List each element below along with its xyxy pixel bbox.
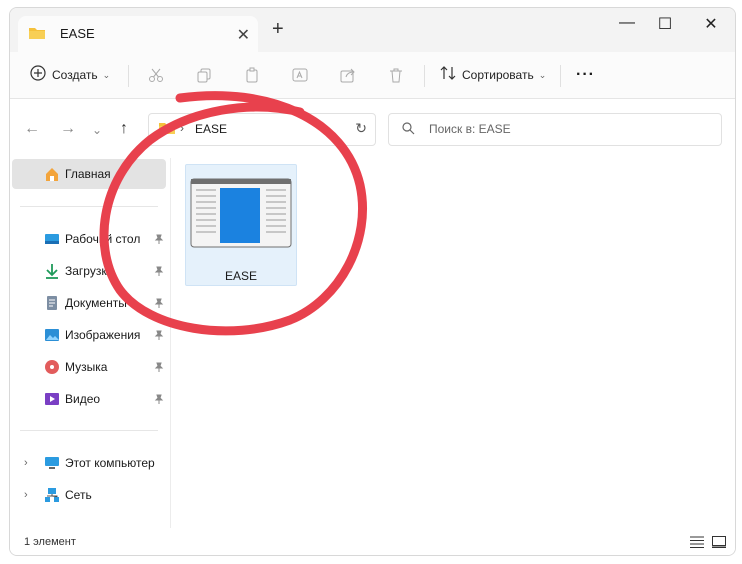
image-icon [44,327,60,343]
pin-icon[interactable] [154,265,164,279]
chevron-right-icon[interactable]: › [24,457,28,469]
pin-icon[interactable] [154,329,164,343]
details-view-icon[interactable] [690,535,704,553]
sidebar-item-home[interactable]: Главная [12,159,166,189]
folder-icon [158,121,176,140]
up-arrow-icon[interactable]: ↑ [120,120,128,138]
share-icon[interactable] [340,64,356,86]
paste-icon[interactable] [244,64,260,86]
network-icon [44,487,60,503]
sidebar-item-desktop[interactable]: Рабочий стол [12,224,166,254]
maximize-button[interactable]: ☐ [647,14,683,34]
application-icon [190,178,292,253]
create-button[interactable]: Создать ⌄ [30,64,110,86]
desktop-icon [44,231,60,247]
chevron-down-icon: ⌄ [102,69,111,80]
tab-close-button[interactable]: ✕ [237,25,250,45]
explorer-window: EASE ✕ + — ☐ ✕ Создать ⌄ Сортировать ⌄ ·… [9,7,736,556]
pin-icon[interactable] [154,393,164,407]
sidebar-item-label: Изображения [65,328,141,342]
sidebar-item-label: Этот компьютер [65,456,155,470]
sidebar-item-label: Видео [65,392,101,406]
file-item[interactable]: EASE [185,164,297,286]
minimize-button[interactable]: — [609,14,645,32]
music-icon [44,359,60,375]
navigation-pane: Главная Рабочий стол Загрузки Документы [10,158,171,528]
sort-label: Сортировать [462,68,534,82]
cut-icon[interactable] [148,64,164,86]
pin-icon[interactable] [154,361,164,375]
sidebar-item-label: Сеть [65,488,92,502]
file-name: EASE [224,269,257,283]
sort-icon [440,65,456,86]
pin-icon[interactable] [154,297,164,311]
folder-icon [28,26,46,45]
pin-icon[interactable] [154,233,164,247]
tiles-view-icon[interactable] [712,535,726,553]
command-bar: Создать ⌄ Сортировать ⌄ ··· [10,52,735,99]
sidebar-item-videos[interactable]: Видео [12,384,166,414]
search-placeholder: Поиск в: EASE [429,122,511,136]
sort-button[interactable]: Сортировать ⌄ [440,64,546,86]
sidebar-item-this-pc[interactable]: › Этот компьютер [12,448,166,478]
sidebar-item-downloads[interactable]: Загрузки [12,256,166,286]
sidebar-item-pictures[interactable]: Изображения [12,320,166,350]
computer-icon [44,455,60,471]
new-tab-button[interactable]: + [272,18,284,41]
download-icon [44,263,60,279]
document-icon [44,295,60,311]
tab-ease[interactable]: EASE ✕ [18,16,258,52]
sidebar-item-documents[interactable]: Документы [12,288,166,318]
sidebar-item-label: Рабочий стол [65,232,141,246]
plus-circle-icon [30,64,46,86]
rename-icon[interactable] [292,64,308,86]
search-icon [402,122,415,140]
tab-title: EASE [60,26,95,41]
forward-arrow-icon[interactable]: → [60,120,76,138]
create-label: Создать [52,68,98,82]
sidebar-item-label: Музыка [65,360,108,374]
close-window-button[interactable]: ✕ [693,14,729,34]
copy-icon[interactable] [196,64,212,86]
more-options-button[interactable]: ··· [576,64,595,86]
divider [128,65,129,87]
address-bar[interactable]: › EASE ↻ [148,113,376,146]
video-icon [44,391,60,407]
file-list: EASE [172,158,733,528]
home-icon [44,166,60,182]
divider [424,65,425,87]
divider [560,65,561,87]
sidebar-item-network[interactable]: › Сеть [12,480,166,510]
path-separator: › [180,121,184,135]
path-segment[interactable]: EASE [195,122,227,136]
divider [20,430,158,431]
sidebar-item-music[interactable]: Музыка [12,352,166,382]
item-count: 1 элемент [24,536,76,548]
recent-chevron-icon[interactable]: ⌄ [92,123,102,137]
sidebar-item-label: Загрузки [65,264,114,278]
divider [20,206,158,207]
delete-icon[interactable] [388,64,404,86]
back-arrow-icon[interactable]: ← [24,120,40,138]
sidebar-item-label: Главная [65,167,111,181]
address-row: ← → ⌄ ↑ › EASE ↻ Поиск в: EASE [10,99,735,157]
chevron-right-icon[interactable]: › [24,489,28,501]
title-bar: EASE ✕ + — ☐ ✕ [10,8,735,52]
status-bar: 1 элемент [10,530,735,555]
search-input[interactable]: Поиск в: EASE [388,113,722,146]
sidebar-item-label: Документы [65,296,127,310]
chevron-down-icon: ⌄ [538,69,547,80]
refresh-icon[interactable]: ↻ [355,120,367,137]
